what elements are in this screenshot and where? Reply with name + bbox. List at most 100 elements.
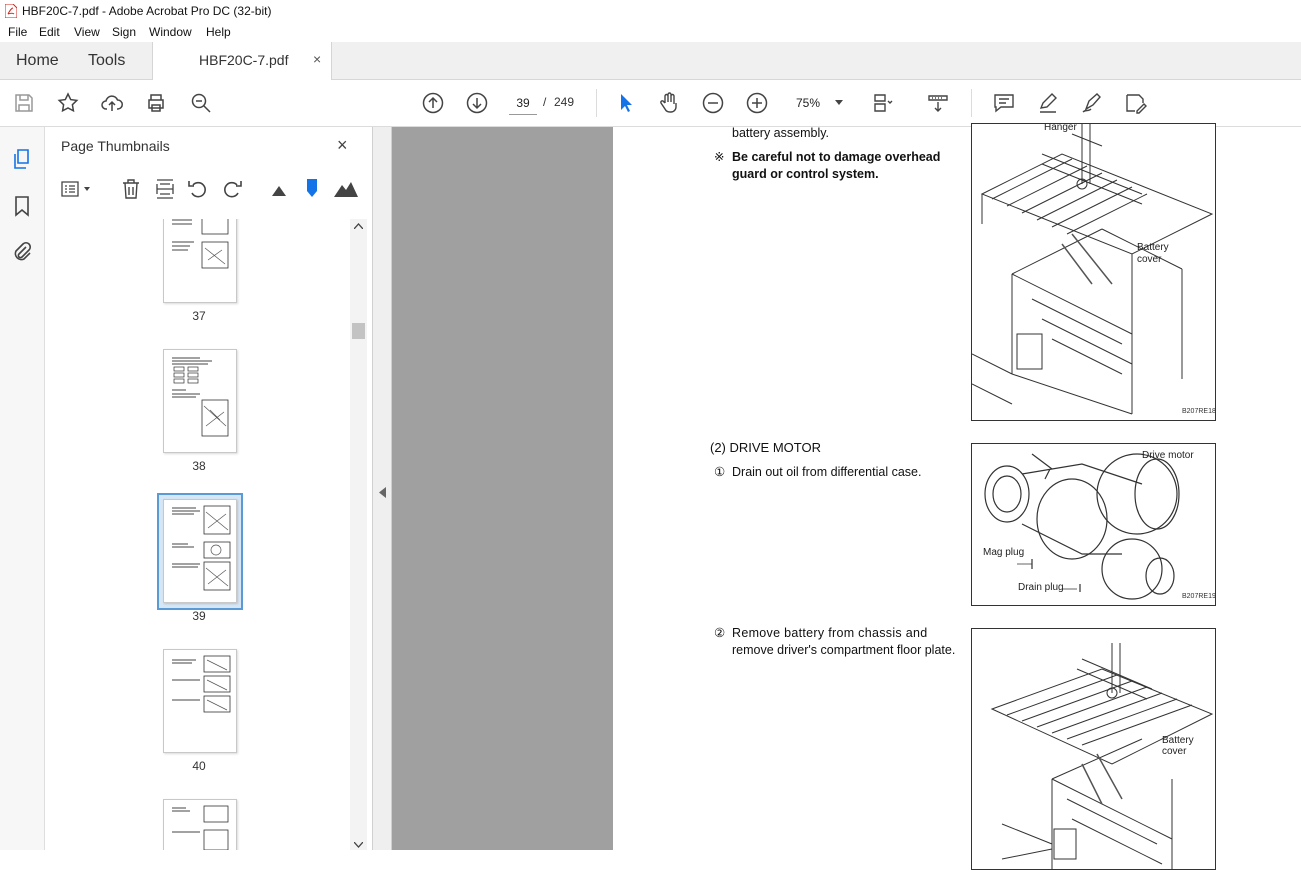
search-zoom-icon[interactable] xyxy=(189,91,213,115)
battery-hanger-illustration xyxy=(972,124,1214,415)
step-text: remove driver's compartment floor plate. xyxy=(732,643,956,657)
figure-label-hanger: Hanger xyxy=(1044,123,1077,133)
page-preview-image xyxy=(172,505,231,591)
menu-bar: File Edit View Sign Window Help xyxy=(0,22,1301,42)
figure-battery-hanger: Hanger Battery cover B207RE18 xyxy=(971,123,1216,421)
pdf-page: battery assembly. ※ Be careful not to da… xyxy=(613,123,1301,870)
page-number-input[interactable]: 39 xyxy=(509,92,537,115)
figure-code: B207RE18 xyxy=(1182,408,1216,415)
tab-tools[interactable]: Tools xyxy=(88,52,125,70)
menu-edit[interactable]: Edit xyxy=(39,25,60,39)
tab-close-button[interactable]: × xyxy=(313,51,321,67)
upload-cloud-icon[interactable] xyxy=(100,91,124,115)
menu-help[interactable]: Help xyxy=(206,25,231,39)
menu-sign[interactable]: Sign xyxy=(112,25,136,39)
thumbnail-label: 37 xyxy=(192,309,206,323)
chevron-down-icon xyxy=(835,100,843,105)
page-preview-image xyxy=(172,357,229,437)
navigation-rail xyxy=(0,127,45,850)
page-thumbnail[interactable] xyxy=(163,349,237,453)
delete-trash-icon[interactable] xyxy=(121,178,141,200)
page-thumbnail[interactable] xyxy=(163,649,237,753)
print-icon[interactable] xyxy=(144,91,168,115)
thumbnail-list: 37 38 39 40 xyxy=(45,219,350,850)
thumbnail-size-slider-icon[interactable] xyxy=(305,178,319,198)
menu-window[interactable]: Window xyxy=(149,25,192,39)
tab-bar: Home Tools HBF20C-7.pdf × xyxy=(0,42,1301,80)
insert-page-icon[interactable] xyxy=(155,178,175,200)
toolbar-divider xyxy=(596,89,597,117)
drive-motor-illustration xyxy=(984,453,1180,600)
thumbnail-label: 39 xyxy=(192,609,206,623)
page-preview-image xyxy=(172,655,231,713)
scroll-mode-icon[interactable] xyxy=(926,91,950,115)
figure-label-mag-plug: Mag plug xyxy=(983,547,1025,558)
rotate-counterclockwise-icon[interactable] xyxy=(187,178,209,200)
figure-label-drain-plug: Drain plug xyxy=(1018,582,1064,593)
page-preview-image xyxy=(172,805,229,850)
title-bar: HBF20C-7.pdf - Adobe Acrobat Pro DC (32-… xyxy=(0,0,1301,22)
menu-view[interactable]: View xyxy=(74,25,100,39)
tab-document-label: HBF20C-7.pdf xyxy=(199,52,289,68)
page-preview-image xyxy=(172,219,229,269)
comment-icon[interactable] xyxy=(992,91,1016,115)
figure-code: B207RE19 xyxy=(1182,593,1216,600)
panel-collapse-strip[interactable] xyxy=(373,127,392,850)
page-thumbnails-icon[interactable] xyxy=(12,148,34,170)
doc-text-line: battery assembly. xyxy=(732,126,830,140)
attachments-paperclip-icon[interactable] xyxy=(12,241,32,263)
toolbar-divider xyxy=(971,89,972,117)
thumbnail-label: 40 xyxy=(192,759,206,773)
collapse-arrow-icon[interactable] xyxy=(379,487,386,498)
acrobat-pdf-icon xyxy=(5,4,17,18)
figure-label-battery: Battery xyxy=(1162,735,1194,746)
page-total: 249 xyxy=(554,95,575,109)
step-number: ② xyxy=(714,626,726,640)
select-cursor-icon[interactable] xyxy=(614,91,638,115)
toolbar: 39 / 249 75% xyxy=(0,80,1301,127)
figure-label-battery: Battery xyxy=(1137,242,1169,253)
hand-tool-icon[interactable] xyxy=(657,91,681,115)
next-page-icon[interactable] xyxy=(465,91,489,115)
section-heading: (2) DRIVE MOTOR xyxy=(710,440,821,455)
thumbnail-options-icon[interactable] xyxy=(61,180,91,198)
zoom-in-icon[interactable] xyxy=(745,91,769,115)
panel-title: Page Thumbnails xyxy=(61,138,170,154)
figure-battery-removal: Battery cover xyxy=(971,628,1216,870)
bookmark-star-icon[interactable] xyxy=(56,91,80,115)
zoom-level-value: 75% xyxy=(796,96,821,110)
window-title: HBF20C-7.pdf - Adobe Acrobat Pro DC (32-… xyxy=(22,4,272,18)
draw-freehand-icon[interactable] xyxy=(1080,91,1104,115)
fill-sign-icon[interactable] xyxy=(1123,91,1147,115)
panel-close-button[interactable]: × xyxy=(337,135,348,156)
doc-note-line: Be careful not to damage overhead xyxy=(732,150,941,164)
step-text: Remove battery from chassis and xyxy=(732,626,928,640)
page-thumbnail[interactable] xyxy=(163,219,237,303)
page-separator: / xyxy=(543,95,547,109)
zoom-out-icon[interactable] xyxy=(701,91,725,115)
tab-document[interactable]: HBF20C-7.pdf × xyxy=(152,42,332,80)
rotate-clockwise-icon[interactable] xyxy=(221,178,243,200)
scrollbar-thumb[interactable] xyxy=(352,323,365,339)
figure-label-cover: cover xyxy=(1137,254,1162,265)
thumbnails-panel: Page Thumbnails × 37 38 39 40 xyxy=(45,127,373,850)
larger-thumbnails-icon[interactable] xyxy=(334,181,358,197)
previous-page-icon[interactable] xyxy=(421,91,445,115)
scroll-down-arrow-icon[interactable] xyxy=(354,842,363,848)
page-display-icon[interactable] xyxy=(871,91,895,115)
zoom-level-select[interactable]: 75% xyxy=(790,92,850,114)
thumbnail-scrollbar[interactable] xyxy=(350,219,367,850)
highlight-pen-icon[interactable] xyxy=(1036,91,1060,115)
page-thumbnail[interactable] xyxy=(163,799,237,850)
figure-label-drive-motor: Drive motor xyxy=(1142,450,1194,461)
page-thumbnail-current[interactable] xyxy=(163,499,237,603)
save-icon[interactable] xyxy=(12,91,36,115)
menu-file[interactable]: File xyxy=(8,25,27,39)
smaller-thumbnails-icon[interactable] xyxy=(272,184,286,196)
doc-note-line: guard or control system. xyxy=(732,167,879,181)
tab-home[interactable]: Home xyxy=(16,52,59,70)
scroll-up-arrow-icon[interactable] xyxy=(354,223,363,229)
figure-label-cover: cover xyxy=(1162,746,1187,757)
step-text: Drain out oil from differential case. xyxy=(732,465,922,479)
bookmarks-icon[interactable] xyxy=(13,195,31,217)
